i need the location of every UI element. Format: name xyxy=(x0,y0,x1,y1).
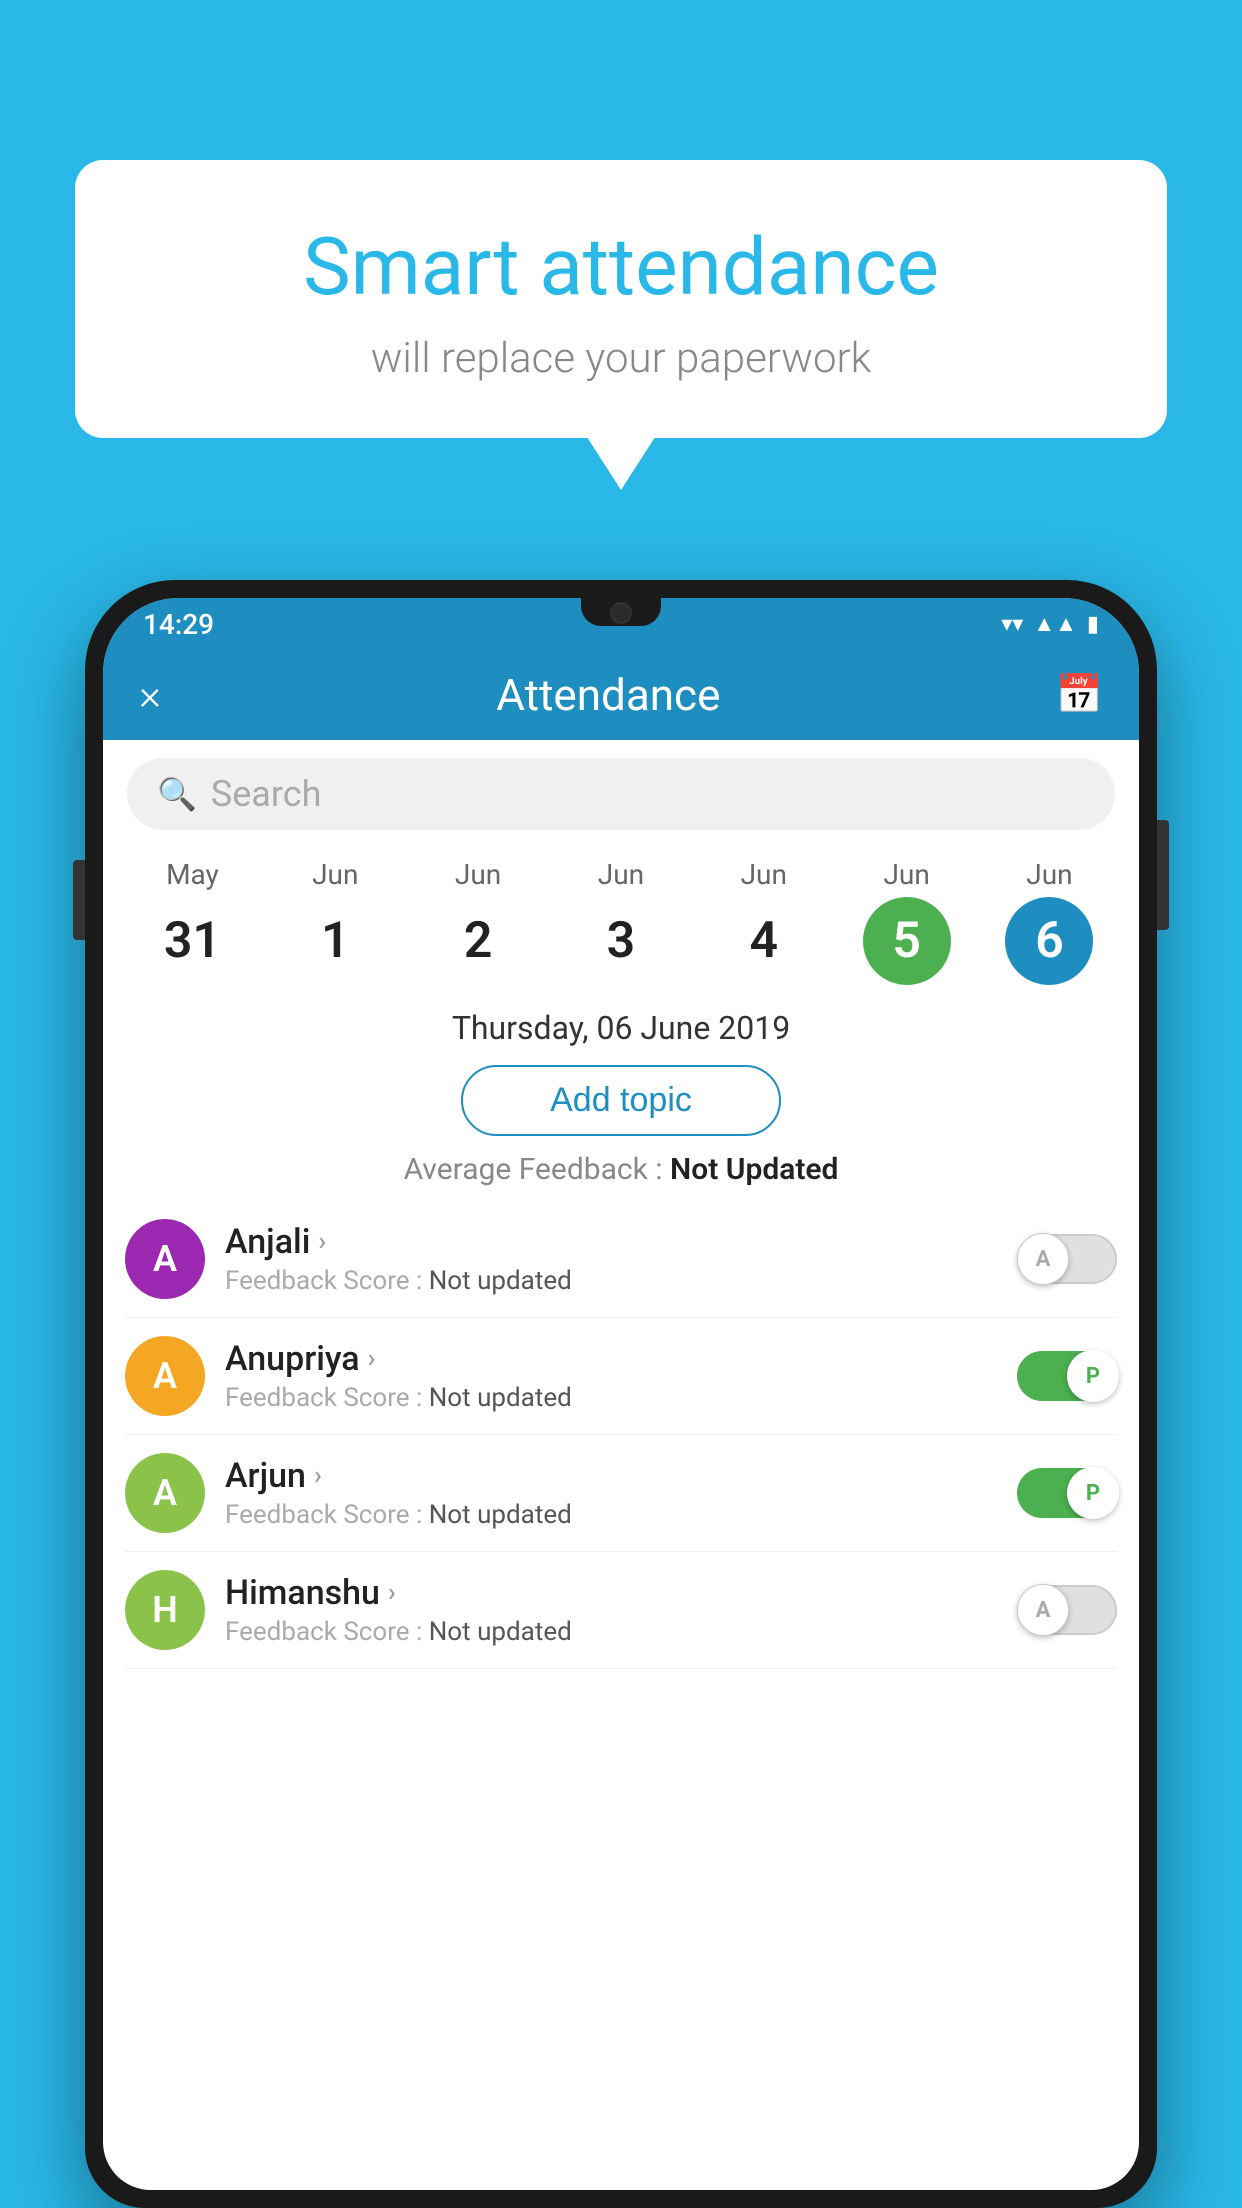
toggle-switch[interactable]: P xyxy=(1017,1351,1117,1401)
score-value: Not updated xyxy=(429,1383,572,1413)
battery-icon: ▮ xyxy=(1087,612,1099,637)
date-month: Jun xyxy=(455,858,501,891)
phone-screen: 14:29 ▾▾ ▲▲ ▮ × Attendance 📅 🔍 Search Ma… xyxy=(103,598,1139,2190)
chevron-icon: › xyxy=(388,1578,396,1608)
search-placeholder: Search xyxy=(211,773,322,815)
date-month: Jun xyxy=(312,858,358,891)
avg-feedback-label: Average Feedback : xyxy=(404,1152,663,1187)
signal-icon: ▲▲ xyxy=(1033,611,1077,637)
student-score: Feedback Score : Not updated xyxy=(225,1266,997,1296)
student-name[interactable]: Arjun › xyxy=(225,1456,997,1496)
date-number[interactable]: 5 xyxy=(863,897,951,985)
add-topic-button[interactable]: Add topic xyxy=(461,1065,781,1136)
date-month: Jun xyxy=(741,858,787,891)
date-col[interactable]: Jun 1 xyxy=(280,858,390,985)
power-button xyxy=(1157,820,1169,930)
date-strip: May 31 Jun 1 Jun 2 Jun 3 Jun 4 Jun 5 Jun 6 xyxy=(103,848,1139,985)
date-col[interactable]: Jun 6 xyxy=(994,858,1104,985)
score-value: Not updated xyxy=(429,1617,572,1647)
date-number[interactable]: 1 xyxy=(291,897,379,985)
student-info: Himanshu › Feedback Score : Not updated xyxy=(225,1573,997,1647)
attendance-toggle[interactable]: P xyxy=(1017,1468,1117,1518)
toggle-switch[interactable]: A xyxy=(1017,1585,1117,1635)
speech-bubble: Smart attendance will replace your paper… xyxy=(75,160,1167,438)
date-month: Jun xyxy=(883,858,929,891)
bubble-subtitle: will replace your paperwork xyxy=(145,334,1097,383)
date-col[interactable]: Jun 3 xyxy=(566,858,676,985)
date-col[interactable]: May 31 xyxy=(137,858,247,985)
score-value: Not updated xyxy=(429,1500,572,1530)
toggle-thumb: P xyxy=(1067,1350,1119,1402)
status-icons: ▾▾ ▲▲ ▮ xyxy=(1001,611,1099,637)
student-score: Feedback Score : Not updated xyxy=(225,1500,997,1530)
student-avatar: A xyxy=(125,1219,205,1299)
wifi-icon: ▾▾ xyxy=(1001,612,1023,637)
student-info: Anjali › Feedback Score : Not updated xyxy=(225,1222,997,1296)
student-row[interactable]: H Himanshu › Feedback Score : Not updated A xyxy=(125,1552,1117,1669)
date-number[interactable]: 4 xyxy=(720,897,808,985)
student-name[interactable]: Anupriya › xyxy=(225,1339,997,1379)
attendance-toggle[interactable]: P xyxy=(1017,1351,1117,1401)
date-col[interactable]: Jun 4 xyxy=(709,858,819,985)
date-col[interactable]: Jun 2 xyxy=(423,858,533,985)
calendar-icon[interactable]: 📅 xyxy=(1056,673,1103,717)
volume-button xyxy=(73,860,85,940)
phone-frame: 14:29 ▾▾ ▲▲ ▮ × Attendance 📅 🔍 Search Ma… xyxy=(85,580,1157,2208)
toggle-switch[interactable]: P xyxy=(1017,1468,1117,1518)
student-row[interactable]: A Anjali › Feedback Score : Not updated A xyxy=(125,1201,1117,1318)
student-name[interactable]: Anjali › xyxy=(225,1222,997,1262)
avg-feedback: Average Feedback : Not Updated xyxy=(103,1152,1139,1187)
attendance-toggle[interactable]: A xyxy=(1017,1234,1117,1284)
student-info: Anupriya › Feedback Score : Not updated xyxy=(225,1339,997,1413)
app-header: × Attendance 📅 xyxy=(103,650,1139,740)
toggle-switch[interactable]: A xyxy=(1017,1234,1117,1284)
student-score: Feedback Score : Not updated xyxy=(225,1383,997,1413)
toggle-thumb: A xyxy=(1017,1584,1069,1636)
date-month: May xyxy=(166,858,219,891)
student-score: Feedback Score : Not updated xyxy=(225,1617,997,1647)
student-row[interactable]: A Anupriya › Feedback Score : Not updated P xyxy=(125,1318,1117,1435)
student-row[interactable]: A Arjun › Feedback Score : Not updated P xyxy=(125,1435,1117,1552)
date-month: Jun xyxy=(598,858,644,891)
chevron-icon: › xyxy=(318,1227,326,1257)
date-month: Jun xyxy=(1026,858,1072,891)
date-number[interactable]: 3 xyxy=(577,897,665,985)
header-title: Attendance xyxy=(496,669,720,721)
student-avatar: H xyxy=(125,1570,205,1650)
student-avatar: A xyxy=(125,1453,205,1533)
student-name[interactable]: Himanshu › xyxy=(225,1573,997,1613)
chevron-icon: › xyxy=(314,1461,322,1491)
search-icon: 🔍 xyxy=(157,775,197,813)
date-col[interactable]: Jun 5 xyxy=(852,858,962,985)
student-info: Arjun › Feedback Score : Not updated xyxy=(225,1456,997,1530)
student-list: AAnjali ›Feedback Score : Not updatedAAA… xyxy=(103,1201,1139,1669)
date-number[interactable]: 31 xyxy=(148,897,236,985)
chevron-icon: › xyxy=(368,1344,376,1374)
close-button[interactable]: × xyxy=(139,671,161,720)
avg-feedback-value: Not Updated xyxy=(670,1152,838,1187)
date-number[interactable]: 2 xyxy=(434,897,522,985)
selected-date-label: Thursday, 06 June 2019 xyxy=(103,985,1139,1055)
toggle-thumb: P xyxy=(1067,1467,1119,1519)
student-avatar: A xyxy=(125,1336,205,1416)
status-time: 14:29 xyxy=(143,608,214,641)
attendance-toggle[interactable]: A xyxy=(1017,1585,1117,1635)
search-bar[interactable]: 🔍 Search xyxy=(127,758,1115,830)
toggle-thumb: A xyxy=(1017,1233,1069,1285)
date-number[interactable]: 6 xyxy=(1005,897,1093,985)
bubble-title: Smart attendance xyxy=(145,220,1097,314)
score-value: Not updated xyxy=(429,1266,572,1296)
front-camera xyxy=(610,602,632,624)
